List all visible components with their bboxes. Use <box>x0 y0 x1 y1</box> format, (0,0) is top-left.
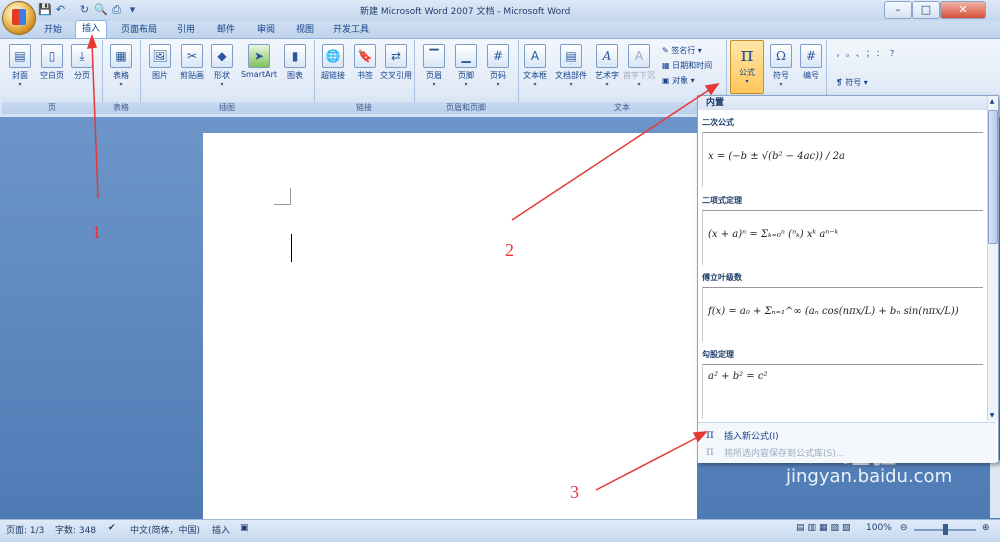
annotation-arrowhead-3 <box>692 431 708 443</box>
annotation-arrowhead-1 <box>86 33 98 49</box>
annotation-arrow-1 <box>91 41 99 199</box>
annotation-number-1: 1 <box>92 222 101 242</box>
annotation-arrow-3 <box>595 435 701 491</box>
annotation-number-2: 2 <box>505 240 514 260</box>
annotation-arrowhead-2 <box>704 82 720 96</box>
office-logo-icon <box>12 9 26 25</box>
annotation-arrows <box>86 33 720 491</box>
office-button[interactable] <box>2 1 36 35</box>
annotation-arrow-2 <box>511 87 713 221</box>
annotation-number-3: 3 <box>570 482 579 502</box>
